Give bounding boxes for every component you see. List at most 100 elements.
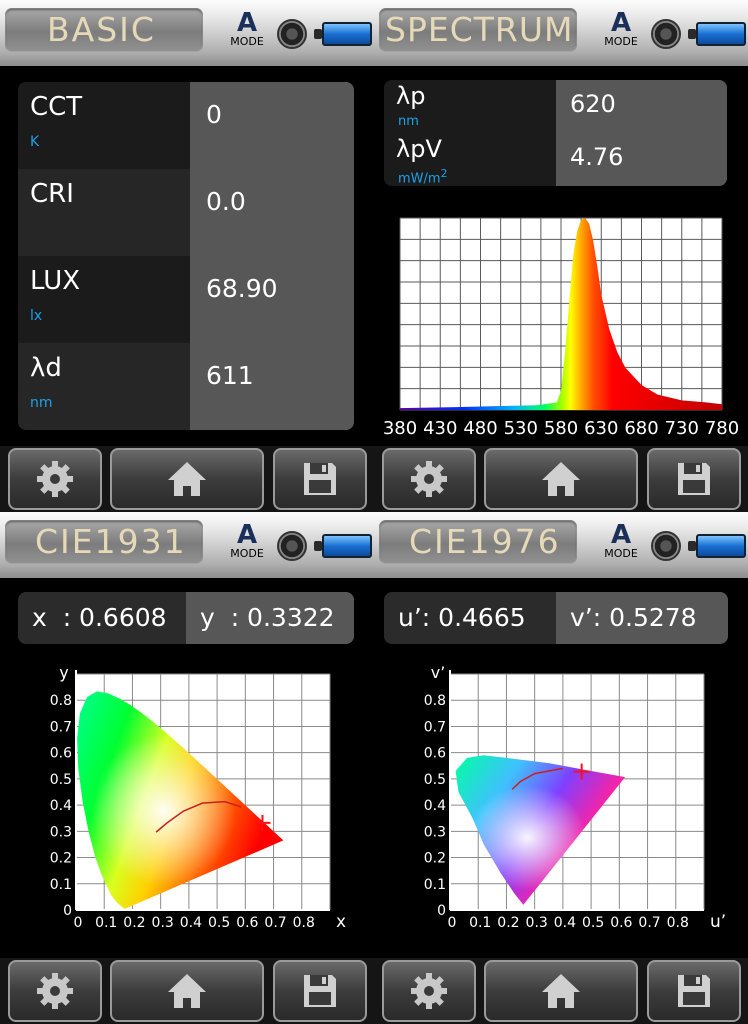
row-unit: nm — [398, 114, 419, 129]
title-cie1976[interactable]: CIE1976 — [379, 520, 577, 564]
y-readout: y : 0.3322 — [186, 592, 354, 644]
spectrum-body: λp nm 620 λpV mW/m2 4.76 380 430 480 530 580 63… — [374, 66, 748, 446]
y-tick-label: 0.2 — [50, 851, 72, 867]
basic-panel: BASIC A MODE CCT K 0 CRI 0.0 LUX lx 68.9… — [0, 0, 374, 512]
y-tick-label: 0.6 — [424, 746, 446, 762]
save-button[interactable] — [647, 448, 741, 510]
x-readout: x : 0.6608 — [18, 592, 186, 644]
x-tick-label: 0 — [448, 915, 457, 931]
mode-indicator[interactable]: A MODE — [599, 522, 643, 560]
row-cct: CCT K 0 — [18, 82, 354, 169]
mode-indicator[interactable]: A MODE — [225, 10, 269, 48]
x-tick-label: 0.3 — [526, 915, 548, 931]
shutter-icon[interactable] — [277, 531, 307, 561]
unit-text: mW/m — [398, 171, 441, 186]
mode-label: MODE — [604, 547, 638, 560]
mode-letter: A — [610, 8, 632, 38]
shutter-icon[interactable] — [651, 531, 681, 561]
mode-indicator[interactable]: A MODE — [599, 10, 643, 48]
x-tick-label: 0.4 — [180, 915, 202, 931]
y-tick-label: 0.4 — [424, 798, 446, 814]
row-value: 0 — [206, 100, 222, 129]
footer-bar — [0, 446, 374, 512]
save-button[interactable] — [273, 960, 367, 1022]
y-axis-label: v’ — [431, 663, 446, 682]
floppy-disk-icon — [304, 463, 336, 495]
x-tick-label: 0.6 — [610, 915, 632, 931]
battery-icon — [314, 22, 372, 46]
spectrum-table: λp nm 620 λpV mW/m2 4.76 — [384, 80, 727, 186]
battery-icon — [314, 534, 372, 558]
y-tick-label: 0.8 — [424, 693, 446, 709]
settings-button[interactable] — [382, 960, 476, 1022]
row-unit: mW/m2 — [398, 167, 447, 186]
row-value: 0.0 — [206, 187, 246, 216]
x-tick-label: 0.8 — [667, 915, 689, 931]
battery-icon — [688, 22, 746, 46]
basic-table: CCT K 0 CRI 0.0 LUX lx 68.90 λd nm 611 — [18, 82, 354, 430]
title-spectrum[interactable]: SPECTRUM — [379, 8, 577, 52]
home-icon — [168, 462, 206, 496]
row-name: LUX — [30, 266, 81, 296]
y-tick-label: 0.1 — [424, 877, 446, 893]
y-tick-label: 0.7 — [424, 719, 446, 735]
mode-letter: A — [236, 520, 258, 550]
header-bar: CIE1976 A MODE — [374, 512, 748, 578]
y-tick-label: 0.4 — [50, 798, 72, 814]
y-tick-label: 0.3 — [424, 824, 446, 840]
row-name: λd — [30, 353, 62, 383]
u-readout: u’: 0.4665 — [384, 592, 556, 644]
x-tick-label: 0.8 — [293, 915, 315, 931]
settings-button[interactable] — [382, 448, 476, 510]
footer-bar — [0, 958, 374, 1024]
row-value: 68.90 — [206, 274, 278, 303]
row-value: 611 — [206, 361, 254, 390]
home-icon — [542, 462, 580, 496]
x-tick-label: 0.6 — [236, 915, 258, 931]
y-tick-label: 0.1 — [50, 877, 72, 893]
mode-label: MODE — [604, 35, 638, 48]
x-axis-label: u’ — [710, 912, 726, 932]
title-basic[interactable]: BASIC — [5, 8, 203, 52]
header-bar: SPECTRUM A MODE — [374, 0, 748, 66]
x-tick-label: 530 — [504, 418, 538, 439]
row-unit: nm — [30, 395, 53, 411]
x-tick-label: 630 — [584, 418, 618, 439]
home-button[interactable] — [484, 448, 638, 510]
cie1931-chart: 0 0.1 0.2 0.3 0.4 0.5 0.6 0.7 0.8 0 0.1 0.2 0.3 0.4 0.… — [50, 663, 346, 932]
row-unit: K — [30, 134, 40, 150]
spectrum-chart: 380 430 480 530 580 630 680 730 780 — [383, 217, 739, 439]
home-button[interactable] — [110, 448, 264, 510]
home-button[interactable] — [110, 960, 264, 1022]
settings-button[interactable] — [8, 448, 102, 510]
shutter-icon[interactable] — [651, 19, 681, 49]
x-tick-label: 0.1 — [469, 915, 491, 931]
y-value: y : 0.3322 — [200, 603, 335, 632]
x-tick-label: 0.7 — [264, 915, 286, 931]
mode-label: MODE — [230, 547, 264, 560]
settings-button[interactable] — [8, 960, 102, 1022]
spectrum-panel: SPECTRUM A MODE λp nm 620 λpV mW/m2 4.76 3… — [374, 0, 748, 512]
basic-body: CCT K 0 CRI 0.0 LUX lx 68.90 λd nm 611 — [0, 66, 374, 446]
cie1976-body: u’: 0.4665 v’: 0.5278 0 0.1 0.2 0.3 0.4 0.5 0.… — [374, 578, 748, 958]
row-value: 620 — [570, 90, 616, 118]
mode-indicator[interactable]: A MODE — [225, 522, 269, 560]
u-value: u’: 0.4665 — [398, 603, 526, 632]
row-lux: LUX lx 68.90 — [18, 256, 354, 343]
mode-letter: A — [610, 520, 632, 550]
shutter-icon[interactable] — [277, 19, 307, 49]
save-button[interactable] — [273, 448, 367, 510]
x-value: x : 0.6608 — [32, 603, 167, 632]
x-tick-label: 0.5 — [208, 915, 230, 931]
x-tick-label: 0.5 — [582, 915, 604, 931]
y-tick-label: 0 — [437, 903, 446, 919]
title-cie1931[interactable]: CIE1931 — [5, 520, 203, 564]
y-tick-label: 0.3 — [50, 824, 72, 840]
save-button[interactable] — [647, 960, 741, 1022]
row-cri: CRI 0.0 — [18, 169, 354, 256]
floppy-disk-icon — [678, 975, 710, 1007]
cie1976-panel: CIE1976 A MODE u’: 0.4665 v’: 0.5278 0 0.… — [374, 512, 748, 1024]
home-button[interactable] — [484, 960, 638, 1022]
cie1931-body: x : 0.6608 y : 0.3322 0 0.1 0.2 0.3 0.4 0.5 0.… — [0, 578, 374, 958]
header-bar: BASIC A MODE — [0, 0, 374, 66]
